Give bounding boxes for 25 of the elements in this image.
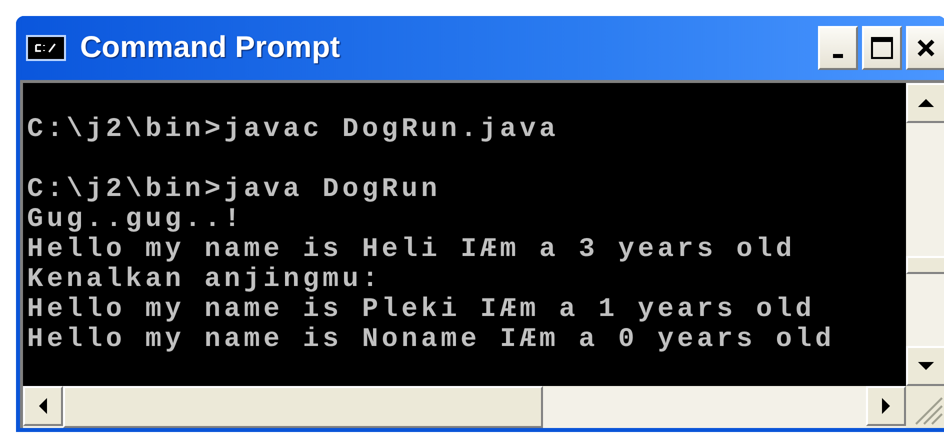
output-line: Hello my name is Heli IÆm a 3 years old	[27, 235, 796, 265]
output-line: Gug..gug..!	[27, 205, 244, 235]
close-button[interactable]	[906, 26, 944, 70]
output-line: Hello my name is Pleki IÆm a 1 years old	[27, 295, 816, 325]
scroll-up-button[interactable]	[906, 83, 944, 123]
command-line: C:\j2\bin>java DogRun	[27, 175, 441, 205]
up-arrow-icon	[917, 98, 935, 108]
minimize-icon	[833, 54, 843, 58]
right-arrow-icon	[881, 397, 891, 415]
scroll-right-button[interactable]	[866, 386, 906, 426]
minimize-button[interactable]	[818, 26, 858, 70]
left-arrow-icon	[38, 397, 48, 415]
scroll-down-button[interactable]	[906, 346, 944, 386]
output-line: Hello my name is Noname IÆm a 0 years old	[27, 325, 835, 355]
scrollbar-thumb[interactable]	[906, 256, 944, 274]
output-line: Kenalkan anjingmu:	[27, 265, 382, 295]
window-title: Command Prompt	[80, 31, 342, 65]
maximize-icon	[870, 36, 894, 60]
console-icon	[26, 35, 66, 61]
command-line: C:\j2\bin>javac DogRun.java	[27, 115, 559, 145]
close-icon	[916, 38, 936, 58]
maximize-button[interactable]	[862, 26, 902, 70]
down-arrow-icon	[917, 361, 935, 371]
scroll-left-button[interactable]	[23, 386, 63, 426]
scrollbar-thumb[interactable]	[63, 386, 543, 428]
